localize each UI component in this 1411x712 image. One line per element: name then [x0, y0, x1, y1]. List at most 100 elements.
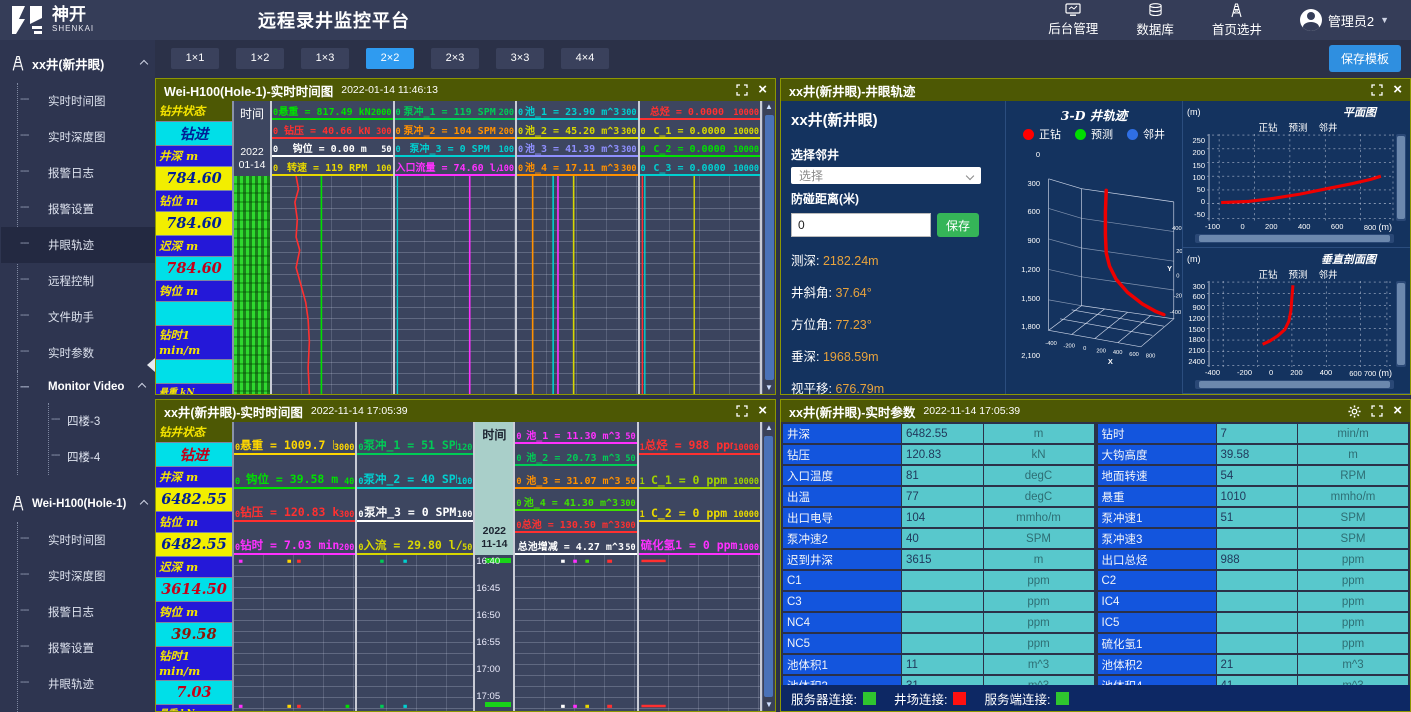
layout-button[interactable]: 1×2 — [236, 48, 284, 69]
param-label: 钻时1min/m — [156, 647, 232, 681]
layout-button[interactable]: 1×3 — [301, 48, 349, 69]
sidebar-item[interactable]: 远程控制 — [18, 263, 155, 299]
chart-vertical-scrollbar[interactable]: ▲ ▼ — [762, 422, 775, 711]
sidebar-item[interactable]: 实时时间图 — [18, 522, 155, 558]
scrollbar-thumb[interactable] — [764, 436, 773, 697]
save-template-button[interactable]: 保存模板 — [1329, 45, 1401, 72]
close-icon[interactable]: × — [758, 84, 767, 96]
table-row: 井深 6482.55 m 钻时 7 min/m — [783, 424, 1408, 443]
param-value: 39.58 — [1217, 445, 1298, 464]
param-value: 784.60 — [156, 257, 232, 281]
scroll-up-icon[interactable]: ▲ — [765, 422, 773, 434]
status-item: 服务器连接: — [791, 689, 876, 708]
layout-button[interactable]: 1×1 — [171, 48, 219, 69]
nav-database[interactable]: 数据库 — [1136, 3, 1174, 38]
param-unit: SPM — [1298, 529, 1408, 548]
curve-header: 0池_4 = 17.11 m^3300 — [517, 157, 638, 176]
expand-icon[interactable] — [1371, 405, 1383, 417]
table-row: 池体积3 31 m^3 池体积4 41 m^3 — [783, 676, 1408, 685]
scroll-down-icon[interactable]: ▼ — [765, 699, 773, 711]
sidebar-item[interactable]: 井眼轨迹 — [18, 666, 155, 702]
section-view-hscrollbar[interactable] — [1195, 380, 1394, 389]
anti-collision-input[interactable] — [791, 213, 931, 237]
curve-header: 0池_2 = 20.73 m^350 — [515, 444, 636, 466]
sidebar-item[interactable]: 实时深度图 — [18, 119, 155, 155]
sidebar-item[interactable]: 文件助手 — [18, 299, 155, 335]
curve-header: 0池_1 = 23.90 m^3300 — [517, 101, 638, 120]
scroll-down-icon[interactable]: ▼ — [765, 382, 773, 394]
z-axis-ticks: 03006009001,2001,5001,8002,100 — [1012, 144, 1042, 394]
param-name: NC4 — [783, 613, 901, 632]
param-name: 池体积2 — [1098, 655, 1216, 674]
user-menu[interactable]: 管理员2 ▼ — [1300, 9, 1389, 31]
expand-icon[interactable] — [736, 405, 748, 417]
panel-header: xx井(新井眼)-实时时间图 2022-11-14 17:05:39 × — [156, 400, 775, 422]
param-unit: ppm — [1298, 613, 1408, 632]
param-value — [1217, 571, 1298, 590]
status-indicator — [863, 692, 876, 705]
param-unit: kN — [984, 445, 1094, 464]
sidebar-video-item[interactable]: 四楼-3 — [49, 403, 155, 439]
scrollbar-thumb[interactable] — [765, 115, 774, 380]
scroll-up-icon[interactable]: ▲ — [765, 101, 773, 113]
layout-button[interactable]: 2×3 — [431, 48, 479, 69]
layout-button[interactable]: 3×3 — [496, 48, 544, 69]
sidebar-item[interactable]: 报警日志 — [18, 594, 155, 630]
plan-view: (m) 平面图 正钻 预测 — [1183, 101, 1410, 248]
legend-color — [1023, 129, 1034, 140]
offset-well-select[interactable]: 选择 — [791, 167, 981, 184]
sidebar-item[interactable]: 报警设置 — [18, 630, 155, 666]
chart-vertical-scrollbar[interactable]: ▲ ▼ — [762, 101, 775, 394]
shenkai-logo-icon — [10, 4, 44, 36]
y-ticks: 30060090012001500180021002400 — [1187, 281, 1207, 368]
table-row: 池体积1 11 m^3 池体积2 21 m^3 — [783, 655, 1408, 674]
sidebar-well-2[interactable]: Wei-H100(Hole-1) — [0, 475, 155, 522]
curve-header: 0钩位 = 39.58 m40 — [234, 455, 355, 488]
gear-icon[interactable] — [1348, 405, 1361, 418]
panel-realtime-chart-2: xx井(新井眼)-实时时间图 2022-11-14 17:05:39 × 钻井状… — [155, 399, 776, 712]
sidebar-item[interactable]: 报警设置 — [18, 191, 155, 227]
table-row: 入口温度 81 degC 地面转速 54 RPM — [783, 466, 1408, 485]
nav-backstage[interactable]: 后台管理 — [1048, 3, 1098, 37]
sidebar-item[interactable]: 实时深度图 — [18, 558, 155, 594]
nav-home-well-select[interactable]: 首页选井 — [1212, 3, 1262, 38]
close-icon[interactable]: × — [1393, 84, 1402, 96]
plan-view-hscrollbar[interactable] — [1195, 234, 1394, 243]
expand-icon[interactable] — [1371, 84, 1383, 96]
param-value: 6482.55 — [156, 488, 232, 512]
param-value: 81 — [902, 466, 983, 485]
param-value — [902, 634, 983, 653]
sidebar-item[interactable]: 井眼轨迹 — [1, 227, 155, 263]
stat-line: 视平移: 676.79m — [791, 378, 995, 397]
sidebar-collapse-handle[interactable] — [147, 358, 155, 372]
time-axis: 16:40 16:45 16:50 16:55 17:00 17:05 — [475, 555, 513, 711]
param-name: 出口总烃 — [1098, 550, 1216, 569]
section-view-vscrollbar[interactable] — [1396, 281, 1406, 368]
close-icon[interactable]: × — [758, 405, 767, 417]
layout-button[interactable]: 4×4 — [561, 48, 609, 69]
layout-button[interactable]: 2×2 — [366, 48, 414, 69]
expand-icon[interactable] — [736, 84, 748, 96]
svg-text:Y: Y — [1167, 264, 1172, 273]
anti-collision-label: 防碰距离(米) — [791, 190, 995, 207]
sidebar-item[interactable]: 实时参数 — [18, 335, 155, 371]
legend-item: 邻井 — [1127, 126, 1165, 142]
status-item: 井场连接: — [894, 689, 966, 708]
curve-plot — [395, 176, 516, 394]
curve-track-4: 总烃 = 0.000010000 0C_1 = 0.000010000 0C_2… — [640, 101, 763, 394]
sidebar-well-1[interactable]: xx井(新井眼) — [0, 40, 155, 83]
save-button[interactable]: 保存 — [937, 213, 979, 237]
close-icon[interactable]: × — [1393, 405, 1402, 417]
panel-timestamp: 2022-01-14 11:46:13 — [341, 84, 438, 96]
sidebar-item[interactable]: 实时时间图 — [18, 83, 155, 119]
param-unit: m — [1298, 445, 1408, 464]
sidebar-item[interactable]: 报警日志 — [18, 155, 155, 191]
sidebar-video-item[interactable]: 四楼-4 — [49, 439, 155, 475]
param-name: 钻压 — [783, 445, 901, 464]
param-unit: min/m — [1298, 424, 1408, 443]
sidebar-item-monitor-video[interactable]: Monitor Video — [18, 371, 155, 403]
plan-view-legend: 正钻 预测 邻井 — [1187, 120, 1406, 134]
sidebar-item[interactable]: 远程控制 — [18, 702, 155, 712]
chevron-up-icon — [140, 59, 148, 67]
plan-view-vscrollbar[interactable] — [1396, 134, 1406, 221]
